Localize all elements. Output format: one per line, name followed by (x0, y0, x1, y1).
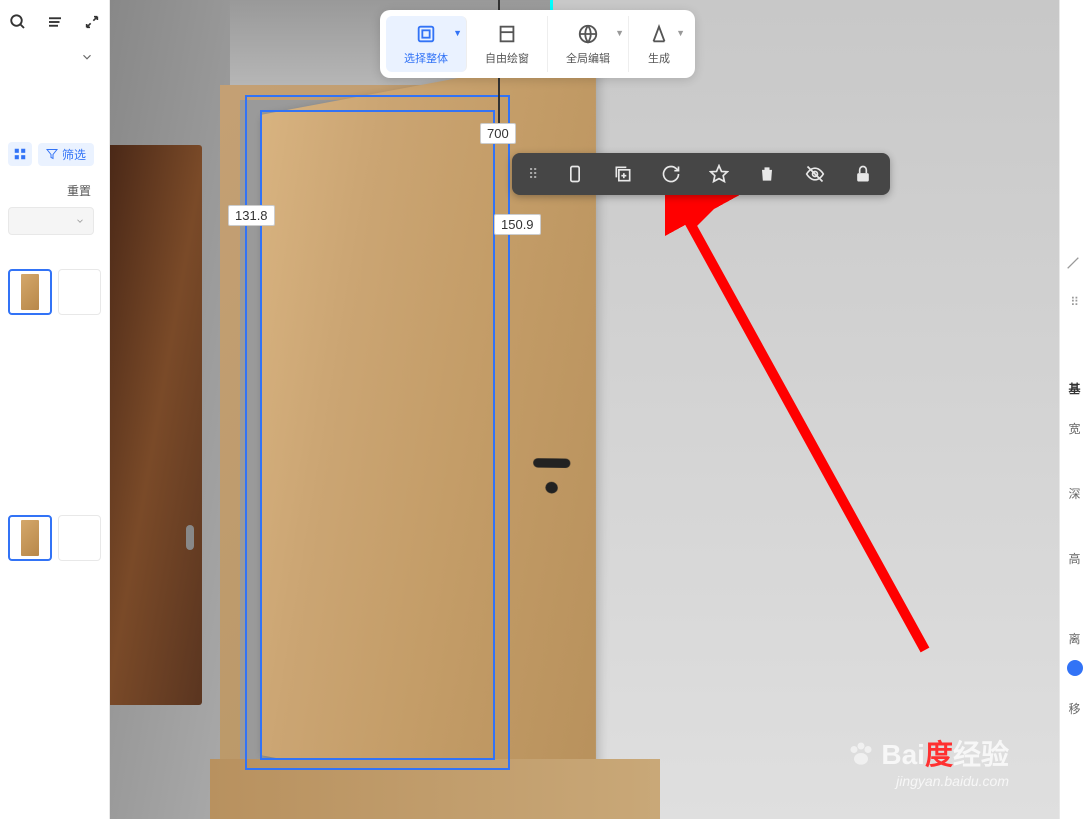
dropdown-indicator: ▼ (615, 28, 624, 38)
refresh-icon[interactable] (660, 163, 682, 185)
property-label[interactable]: 移 (1068, 700, 1080, 717)
chevron-down-icon[interactable] (80, 50, 94, 67)
door-thumbnail-3[interactable] (8, 515, 52, 561)
search-icon[interactable] (8, 12, 27, 32)
select-whole-button[interactable]: 选择整体 ▼ (386, 16, 467, 72)
pen-icon[interactable] (1065, 255, 1081, 276)
expand-icon[interactable] (82, 12, 101, 32)
property-label[interactable]: 宽 (1068, 420, 1080, 437)
wall-right (550, 0, 1059, 819)
dimension-right: 150.9 (494, 214, 541, 235)
top-toolbar: 选择整体 ▼ 自由绘窗 全局编辑 ▼ 生成 ▼ (380, 10, 695, 78)
dark-door-model (110, 145, 202, 705)
draw-icon (495, 22, 519, 46)
door-thumbnail-4[interactable] (58, 515, 101, 561)
reset-link[interactable]: 重置 (0, 174, 109, 203)
filter-button[interactable]: 筛选 (38, 143, 94, 166)
free-draw-button[interactable]: 自由绘窗 (467, 16, 548, 72)
lock-icon[interactable] (852, 163, 874, 185)
category-dropdown[interactable] (8, 207, 94, 235)
right-panel: 基 宽 深 高 离 移 (1059, 0, 1089, 819)
hide-icon[interactable] (804, 163, 826, 185)
watermark: Bai度经验 jingyan.baidu.com (847, 733, 1009, 789)
drag-handle-icon[interactable]: ⠿ (528, 172, 538, 176)
paw-icon (847, 739, 875, 767)
dropdown-indicator: ▼ (453, 28, 462, 38)
grid-icon-button[interactable] (8, 142, 32, 166)
star-icon[interactable] (708, 163, 730, 185)
delete-icon[interactable] (756, 163, 778, 185)
global-edit-button[interactable]: 全局编辑 ▼ (548, 16, 629, 72)
floor-surface (210, 759, 660, 819)
property-label[interactable]: 高 (1068, 550, 1080, 567)
select-icon (414, 22, 438, 46)
generate-icon (647, 22, 671, 46)
dimension-left: 131.8 (228, 205, 275, 226)
door-thumbnail-2[interactable] (58, 269, 101, 315)
generate-button[interactable]: 生成 ▼ (629, 16, 689, 72)
property-label[interactable]: 基 (1068, 380, 1080, 397)
list-icon[interactable] (45, 12, 64, 32)
property-label[interactable]: 深 (1068, 485, 1080, 502)
toggle-indicator[interactable] (1067, 660, 1083, 676)
add-layer-icon[interactable] (612, 163, 634, 185)
left-sidebar: 筛选 重置 (0, 0, 110, 819)
global-icon (576, 22, 600, 46)
dots-icon[interactable]: ⠿ (1070, 295, 1079, 309)
filter-label: 筛选 (62, 146, 86, 163)
device-icon[interactable] (564, 163, 586, 185)
dropdown-indicator: ▼ (676, 28, 685, 38)
property-label[interactable]: 离 (1068, 630, 1080, 647)
3d-viewport[interactable]: 700 131.8 150.9 Bai度经验 jingyan.baidu.com (110, 0, 1059, 819)
door-thumbnail-1[interactable] (8, 269, 52, 315)
context-toolbar: ⠿ (512, 153, 890, 195)
dimension-top: 700 (480, 123, 516, 144)
